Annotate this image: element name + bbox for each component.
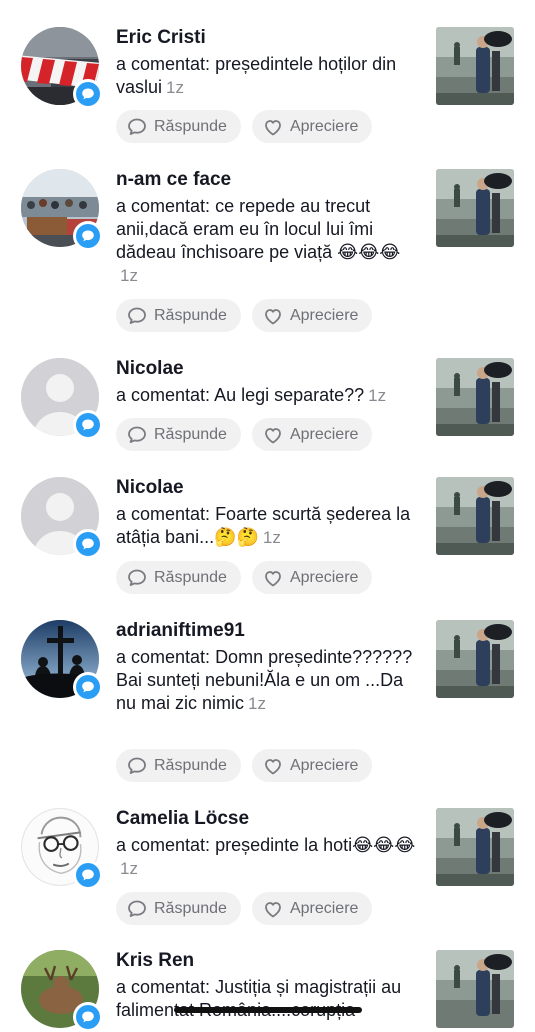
comment-bubble-icon <box>76 863 100 887</box>
like-label: Apreciere <box>289 568 359 586</box>
comment-prefix: a comentat: <box>116 196 216 216</box>
comment-bubble-outline-icon <box>128 569 146 586</box>
like-button[interactable]: Apreciere <box>251 749 373 782</box>
comment-badge <box>73 79 103 109</box>
username[interactable]: adrianiftime91 <box>116 620 245 642</box>
comment-bubble-outline-icon <box>128 900 146 917</box>
heart-outline-icon <box>265 119 281 135</box>
reply-label: Răspunde <box>154 425 227 443</box>
username[interactable]: n-am ce face <box>116 169 231 191</box>
comment-prefix: a comentat: <box>116 977 216 997</box>
comment-text: a comentat: Justiția și magistrații au f… <box>116 976 422 1022</box>
comment-badge <box>73 529 103 559</box>
video-thumbnail[interactable] <box>436 27 514 105</box>
reply-button[interactable]: Răspunde <box>116 749 241 782</box>
reply-label: Răspunde <box>154 756 227 774</box>
comment-text: a comentat: președinte la hoti😂😂😂 1z <box>116 834 422 880</box>
username[interactable]: Kris Ren <box>116 950 194 972</box>
comment-bubble-icon <box>76 675 100 699</box>
comment-text: a comentat: Au legi separate?? 1z <box>116 384 422 407</box>
reply-button[interactable]: Răspunde <box>116 418 241 451</box>
comment-bubble-icon <box>76 413 100 437</box>
comment-body: Au legi separate?? <box>214 385 365 405</box>
reply-label: Răspunde <box>154 568 227 586</box>
reply-button[interactable]: Răspunde <box>116 110 241 143</box>
comment-prefix: a comentat: <box>116 835 216 855</box>
video-thumbnail[interactable] <box>436 169 514 247</box>
like-button[interactable]: Apreciere <box>251 892 373 925</box>
comment-bubble-icon <box>76 224 100 248</box>
username[interactable]: Camelia Löcse <box>116 808 249 830</box>
video-thumbnail[interactable] <box>436 620 514 698</box>
username[interactable]: Nicolae <box>116 358 184 380</box>
heart-outline-icon <box>265 427 281 443</box>
video-thumbnail[interactable] <box>436 808 514 886</box>
heart-outline-icon <box>265 901 281 917</box>
comment-text: a comentat: Domn președinte?????? Bai su… <box>116 646 422 715</box>
comment-time: 1z <box>368 386 387 405</box>
comment-actions: Răspunde Apreciere <box>116 749 373 782</box>
username[interactable]: Eric Cristi <box>116 27 206 49</box>
video-thumbnail[interactable] <box>436 950 514 1028</box>
comment-prefix: a comentat: <box>116 504 216 524</box>
comment-prefix: a comentat: <box>116 54 216 74</box>
heart-outline-icon <box>265 570 281 586</box>
reply-button[interactable]: Răspunde <box>116 561 241 594</box>
comment-badge <box>73 860 103 890</box>
like-label: Apreciere <box>289 306 359 324</box>
comment-bubble-icon <box>76 532 100 556</box>
comment-actions: Răspunde Apreciere <box>116 561 373 594</box>
video-thumbnail[interactable] <box>436 477 514 555</box>
comment-bubble-outline-icon <box>128 426 146 443</box>
comment-bubble-outline-icon <box>128 118 146 135</box>
like-button[interactable]: Apreciere <box>251 299 373 332</box>
comment-badge <box>73 672 103 702</box>
reply-button[interactable]: Răspunde <box>116 892 241 925</box>
comment-actions: Răspunde Apreciere <box>116 110 373 143</box>
like-button[interactable]: Apreciere <box>251 110 373 143</box>
comment-text: a comentat: ce repede au trecut anii,dac… <box>116 195 422 287</box>
comment-badge <box>73 221 103 251</box>
reply-label: Răspunde <box>154 899 227 917</box>
comment-actions: Răspunde Apreciere <box>116 418 373 451</box>
comment-badge <box>73 410 103 440</box>
comment-prefix: a comentat: <box>116 385 215 405</box>
comment-text: a comentat: Foarte scurtă șederea la atâ… <box>116 503 422 549</box>
like-label: Apreciere <box>289 899 359 917</box>
like-label: Apreciere <box>289 756 359 774</box>
comment-bubble-icon <box>76 82 100 106</box>
comment-text: a comentat: președintele hoților din vas… <box>116 53 422 99</box>
comment-bubble-outline-icon <box>128 307 146 324</box>
home-indicator[interactable] <box>174 1007 362 1013</box>
comment-actions: Răspunde Apreciere <box>116 299 373 332</box>
comment-time: 1z <box>248 694 266 713</box>
heart-outline-icon <box>265 758 281 774</box>
heart-outline-icon <box>265 308 281 324</box>
reply-label: Răspunde <box>154 306 227 324</box>
like-button[interactable]: Apreciere <box>251 561 373 594</box>
like-label: Apreciere <box>289 425 359 443</box>
comment-time: 1z <box>120 859 138 878</box>
username[interactable]: Nicolae <box>116 477 184 499</box>
comment-bubble-icon <box>76 1005 100 1029</box>
comment-time: 1z <box>262 528 281 547</box>
comment-body: președinte la hoti😂😂😂 <box>215 835 416 855</box>
like-button[interactable]: Apreciere <box>251 418 373 451</box>
comment-actions: Răspunde Apreciere <box>116 892 373 925</box>
comment-badge <box>73 1002 103 1032</box>
like-label: Apreciere <box>289 117 359 135</box>
comment-prefix: a comentat: <box>116 647 216 667</box>
comment-time: 1z <box>120 266 138 285</box>
comment-bubble-outline-icon <box>128 757 146 774</box>
reply-button[interactable]: Răspunde <box>116 299 241 332</box>
video-thumbnail[interactable] <box>436 358 514 436</box>
comment-time: 1z <box>166 78 184 97</box>
reply-label: Răspunde <box>154 117 227 135</box>
